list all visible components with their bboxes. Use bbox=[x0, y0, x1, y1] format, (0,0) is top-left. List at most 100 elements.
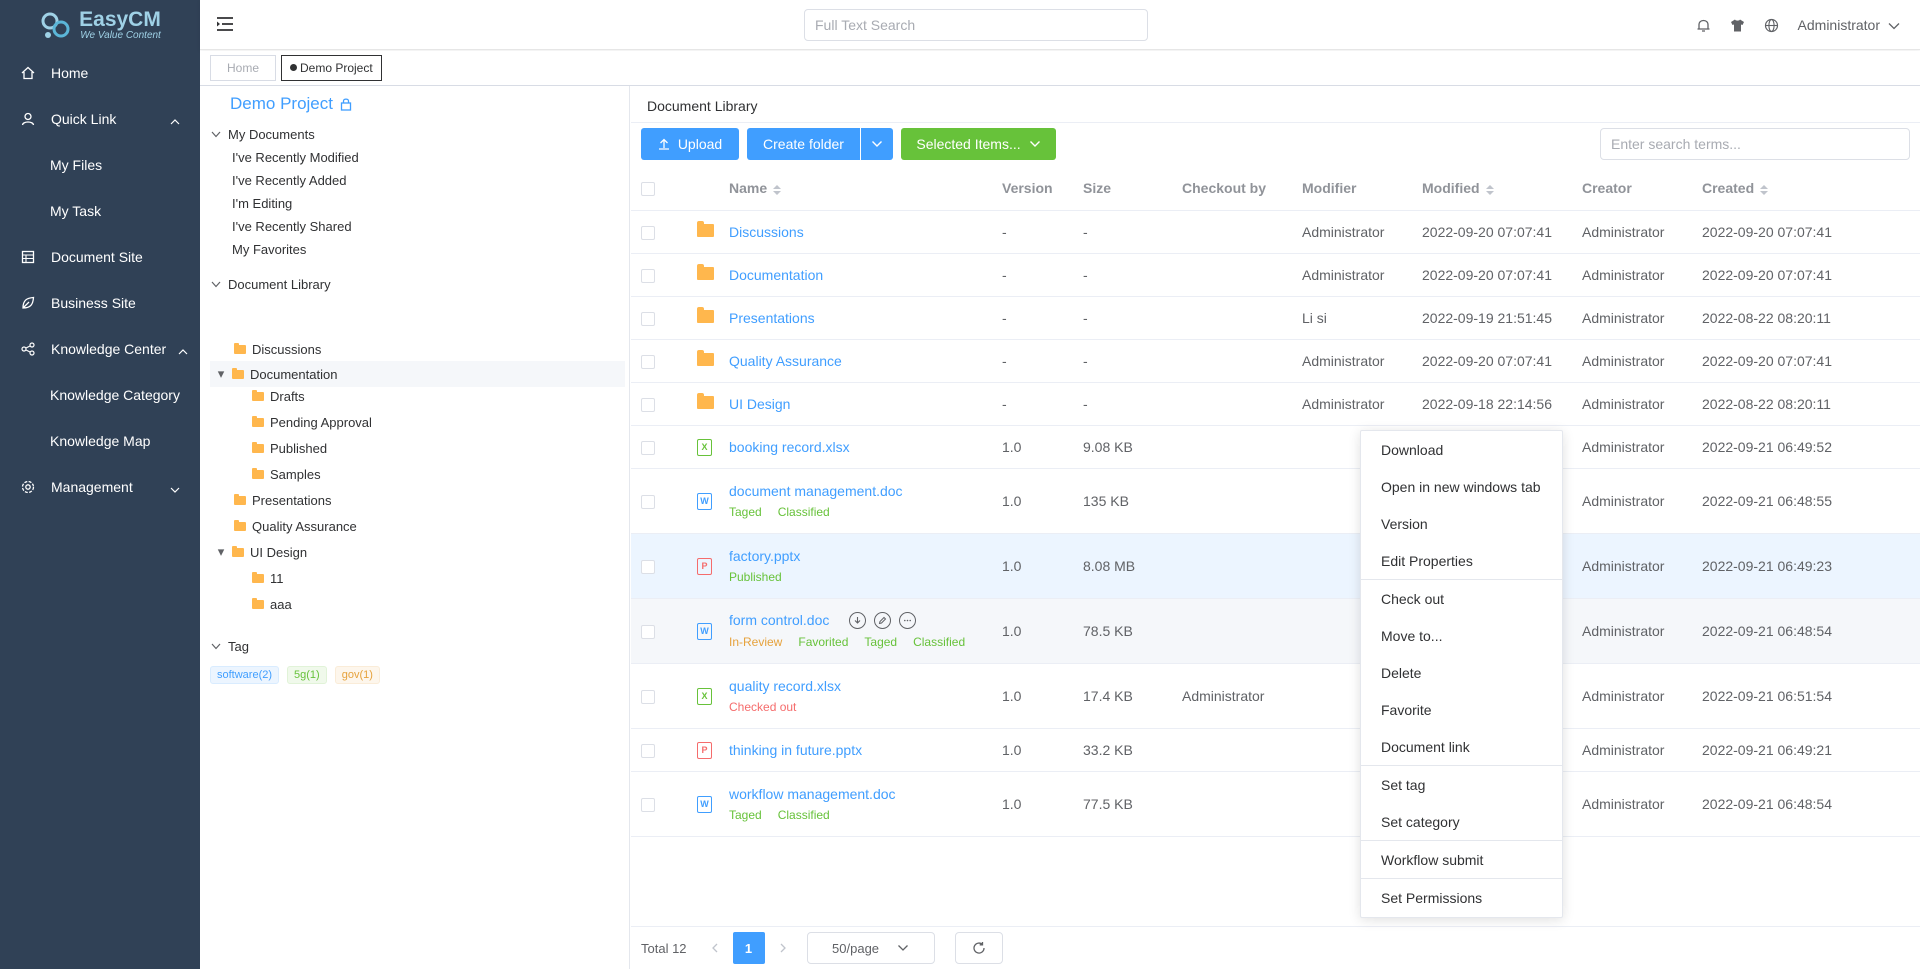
refresh-button[interactable] bbox=[954, 932, 1003, 964]
edit-icon[interactable] bbox=[874, 612, 892, 630]
tag-view-home[interactable]: Home bbox=[210, 55, 276, 81]
tree-folder-published[interactable]: Published bbox=[252, 436, 327, 460]
tree-folder-quality-assurance[interactable]: Quality Assurance bbox=[234, 514, 357, 538]
table-row[interactable]: Quality Assurance - - Administrator 2022-09-… bbox=[631, 339, 1920, 383]
page-number-current[interactable]: 1 bbox=[732, 932, 765, 964]
file-name-link[interactable]: Quality Assurance bbox=[729, 353, 842, 369]
table-row[interactable]: Discussions - - Administrator 2022-09-20 07:… bbox=[631, 210, 1920, 254]
more-icon[interactable] bbox=[899, 612, 917, 630]
tree-recently-added[interactable]: I've Recently Added bbox=[232, 168, 347, 192]
file-name-link[interactable]: Discussions bbox=[729, 224, 804, 240]
file-name-link[interactable]: thinking in future.pptx bbox=[729, 742, 862, 758]
create-folder-dropdown[interactable] bbox=[861, 128, 893, 160]
tag-chip-5g[interactable]: 5g(1) bbox=[287, 666, 327, 684]
file-name-link[interactable]: factory.pptx bbox=[729, 548, 800, 564]
table-row[interactable]: Wform control.doc In-Review Favorited Taged… bbox=[631, 598, 1920, 664]
globe-icon[interactable] bbox=[1764, 17, 1780, 33]
row-checkbox[interactable] bbox=[641, 440, 655, 455]
next-page-icon[interactable] bbox=[769, 933, 797, 963]
tree-folder-presentations[interactable]: Presentations bbox=[234, 488, 332, 512]
tree-my-documents[interactable]: My Documents bbox=[210, 122, 315, 146]
file-name-link[interactable]: workflow management.doc bbox=[729, 786, 896, 802]
file-name-link[interactable]: quality record.xlsx bbox=[729, 678, 841, 694]
row-checkbox[interactable] bbox=[641, 559, 655, 574]
table-row[interactable]: Wworkflow management.doc Taged Classified 1… bbox=[631, 771, 1920, 837]
tree-editing[interactable]: I'm Editing bbox=[232, 191, 292, 215]
row-checkbox[interactable] bbox=[641, 225, 655, 240]
row-checkbox[interactable] bbox=[641, 797, 655, 812]
context-menu-item-favorite[interactable]: Favorite bbox=[1361, 691, 1562, 728]
row-checkbox[interactable] bbox=[641, 268, 655, 283]
row-checkbox[interactable] bbox=[641, 743, 655, 758]
nav-knowledge-center[interactable]: Knowledge Center bbox=[0, 326, 200, 372]
nav-management[interactable]: Management bbox=[0, 464, 200, 510]
context-menu-item-delete[interactable]: Delete bbox=[1361, 654, 1562, 691]
context-menu-item-set-permissions[interactable]: Set Permissions bbox=[1361, 879, 1562, 916]
tree-favorites[interactable]: My Favorites bbox=[232, 237, 306, 261]
tree-folder-documentation[interactable]: ▾ Documentation bbox=[216, 362, 338, 386]
table-row[interactable]: Presentations - - Li si 2022-09-19 21:51:45 A… bbox=[631, 296, 1920, 340]
tree-folder-ui-design[interactable]: ▾ UI Design bbox=[216, 540, 307, 564]
file-name-link[interactable]: UI Design bbox=[729, 396, 790, 412]
tag-chip-gov[interactable]: gov(1) bbox=[334, 666, 380, 684]
logo[interactable]: EasyCM We Value Content bbox=[0, 0, 200, 50]
row-checkbox[interactable] bbox=[641, 624, 655, 639]
row-checkbox[interactable] bbox=[641, 354, 655, 369]
table-row[interactable]: Xbooking record.xlsx1.09.08 KB1 06:49:52… bbox=[631, 425, 1920, 469]
download-icon[interactable] bbox=[849, 612, 867, 630]
user-menu[interactable]: Administrator bbox=[1798, 17, 1880, 33]
table-row[interactable]: Pthinking in future.pptx1.033.2 KB1 06:4… bbox=[631, 728, 1920, 772]
library-search-input[interactable] bbox=[1600, 128, 1910, 160]
tree-folder-samples[interactable]: Samples bbox=[252, 462, 321, 486]
tree-folder-discussions[interactable]: Discussions bbox=[234, 337, 321, 361]
context-menu-item-edit-properties[interactable]: Edit Properties bbox=[1361, 542, 1562, 579]
col-name[interactable]: Name bbox=[717, 167, 1002, 211]
page-size-select[interactable]: 50/page bbox=[806, 932, 935, 964]
tree-folder-aaa[interactable]: aaa bbox=[252, 592, 292, 616]
context-menu-item-set-category[interactable]: Set category bbox=[1361, 803, 1562, 840]
tree-folder-drafts[interactable]: Drafts bbox=[252, 384, 305, 408]
select-all-checkbox[interactable] bbox=[641, 182, 655, 197]
nav-quick-link[interactable]: Quick Link bbox=[0, 96, 200, 142]
prev-page-icon[interactable] bbox=[701, 933, 729, 963]
table-row[interactable]: Xquality record.xlsx Checked out 1.0 17.4 K… bbox=[631, 663, 1920, 729]
context-menu-item-set-tag[interactable]: Set tag bbox=[1361, 766, 1562, 803]
project-title[interactable]: Demo Project bbox=[230, 94, 353, 114]
file-name-link[interactable]: Documentation bbox=[729, 267, 823, 283]
context-menu-item-document-link[interactable]: Document link bbox=[1361, 728, 1562, 765]
tree-tag[interactable]: Tag bbox=[210, 634, 249, 658]
upload-button[interactable]: Upload bbox=[641, 128, 739, 160]
theme-shirt-icon[interactable] bbox=[1730, 17, 1746, 33]
row-checkbox[interactable] bbox=[641, 494, 655, 509]
col-modified[interactable]: Modified bbox=[1422, 167, 1582, 211]
file-name-link[interactable]: booking record.xlsx bbox=[729, 439, 850, 455]
nav-my-files[interactable]: My Files bbox=[0, 142, 200, 188]
nav-knowledge-map[interactable]: Knowledge Map bbox=[0, 418, 200, 464]
table-row[interactable]: Pfactory.pptxPublished1.08.08 MB1 06:53:… bbox=[631, 533, 1920, 599]
col-created[interactable]: Created bbox=[1702, 167, 1920, 211]
nav-business-site[interactable]: Business Site bbox=[0, 280, 200, 326]
nav-home[interactable]: Home bbox=[0, 50, 200, 96]
tree-document-library[interactable]: Document Library bbox=[210, 272, 331, 296]
context-menu-item-version[interactable]: Version bbox=[1361, 505, 1562, 542]
nav-my-task[interactable]: My Task bbox=[0, 188, 200, 234]
table-row[interactable]: Wdocument management.doc Taged Classified 1… bbox=[631, 468, 1920, 534]
table-row[interactable]: UI Design - - Administrator 2022-09-18 22:14… bbox=[631, 382, 1920, 426]
nav-document-site[interactable]: Document Site bbox=[0, 234, 200, 280]
tag-chip-software[interactable]: software(2) bbox=[210, 666, 280, 684]
tree-recently-shared[interactable]: I've Recently Shared bbox=[232, 214, 352, 238]
chevron-down-icon[interactable] bbox=[1888, 17, 1900, 33]
context-menu-item-check-out[interactable]: Check out bbox=[1361, 580, 1562, 617]
context-menu-item-workflow-submit[interactable]: Workflow submit bbox=[1361, 841, 1562, 878]
file-name-link[interactable]: document management.doc bbox=[729, 483, 903, 499]
row-checkbox[interactable] bbox=[641, 689, 655, 704]
row-checkbox[interactable] bbox=[641, 311, 655, 326]
tag-view-demo-project[interactable]: Demo Project bbox=[281, 55, 382, 81]
full-text-search-input[interactable] bbox=[804, 9, 1148, 41]
file-name-link[interactable]: form control.doc bbox=[729, 612, 829, 628]
selected-items-button[interactable]: Selected Items... bbox=[901, 128, 1056, 160]
row-checkbox[interactable] bbox=[641, 397, 655, 412]
file-name-link[interactable]: Presentations bbox=[729, 310, 815, 326]
table-row[interactable]: Documentation - - Administrator 2022-09-20 0… bbox=[631, 253, 1920, 297]
tree-recently-modified[interactable]: I've Recently Modified bbox=[232, 145, 359, 169]
